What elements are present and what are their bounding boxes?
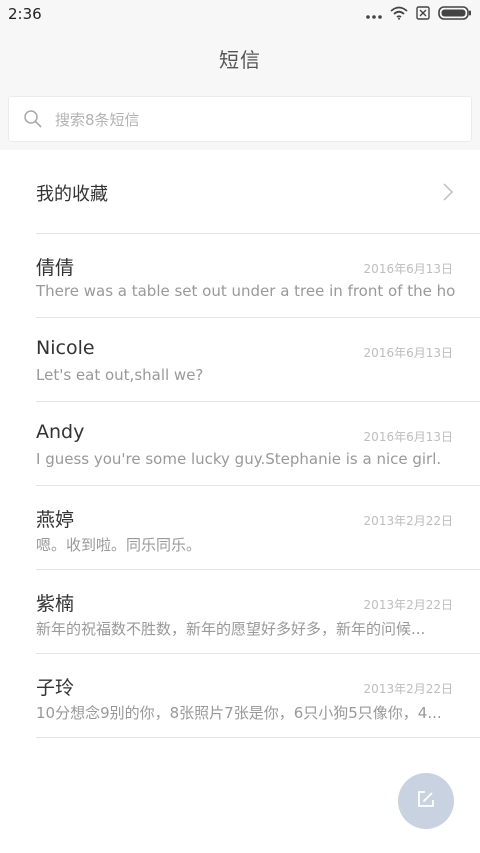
chevron-right-icon: [442, 182, 454, 202]
status-icons: [366, 4, 472, 24]
compose-icon: [416, 789, 436, 813]
conversation-date: 2013年2月22日: [363, 682, 453, 696]
conversation-preview: 嗯。收到啦。同乐同乐。: [36, 536, 202, 554]
conversation-date: 2016年6月13日: [363, 430, 453, 444]
more-dots-icon: [366, 5, 382, 24]
conversation-date: 2013年2月22日: [363, 598, 453, 612]
search-placeholder: 搜索8条短信: [55, 111, 140, 129]
conversation-date: 2016年6月13日: [363, 262, 453, 276]
conversation-preview: I guess you're some lucky guy.Stephanie …: [36, 450, 442, 468]
conversation-name: Nicole: [36, 337, 95, 359]
conversation-date: 2013年2月22日: [363, 514, 453, 528]
sim-off-icon: [416, 5, 430, 24]
header: 短信: [0, 28, 480, 90]
status-bar: 2:36: [0, 0, 480, 28]
wifi-icon: [390, 5, 408, 24]
favorites-label: 我的收藏: [36, 184, 108, 205]
conversation-preview: 10分想念9别的你，8张照片7张是你，6只小狗5只像你，4...: [36, 704, 442, 722]
conversation-date: 2016年6月13日: [363, 346, 453, 360]
battery-icon: [438, 5, 472, 24]
conversation-name: 燕婷: [36, 509, 75, 531]
conversation-preview: 新年的祝福数不胜数，新年的愿望好多好多，新年的问候...: [36, 620, 426, 638]
search-input[interactable]: 搜索8条短信: [8, 96, 472, 142]
conversation-item[interactable]: Andy 2016年6月13日 I guess you're some luck…: [0, 402, 480, 486]
search-icon: [23, 109, 43, 129]
status-time: 2:36: [8, 5, 42, 23]
page-title: 短信: [219, 48, 261, 72]
conversation-item[interactable]: 紫楠 2013年2月22日 新年的祝福数不胜数，新年的愿望好多好多，新年的问候.…: [0, 570, 480, 654]
conversation-item[interactable]: Nicole 2016年6月13日 Let's eat out,shall we…: [0, 318, 480, 402]
conversation-name: Andy: [36, 421, 85, 443]
compose-button[interactable]: [398, 773, 454, 829]
conversation-name: 子玲: [36, 677, 75, 699]
favorites-row[interactable]: 我的收藏: [0, 150, 480, 234]
conversation-preview: Let's eat out,shall we?: [36, 366, 204, 384]
divider: [36, 737, 480, 738]
search-area: 搜索8条短信: [0, 90, 480, 150]
conversation-item[interactable]: 子玲 2013年2月22日 10分想念9别的你，8张照片7张是你，6只小狗5只像…: [0, 654, 480, 738]
conversation-item[interactable]: 倩倩 2016年6月13日 There was a table set out …: [0, 234, 480, 318]
conversation-preview: There was a table set out under a tree i…: [36, 282, 456, 300]
conversation-name: 紫楠: [36, 593, 75, 615]
conversation-item[interactable]: 燕婷 2013年2月22日 嗯。收到啦。同乐同乐。: [0, 486, 480, 570]
conversation-name: 倩倩: [36, 257, 75, 279]
